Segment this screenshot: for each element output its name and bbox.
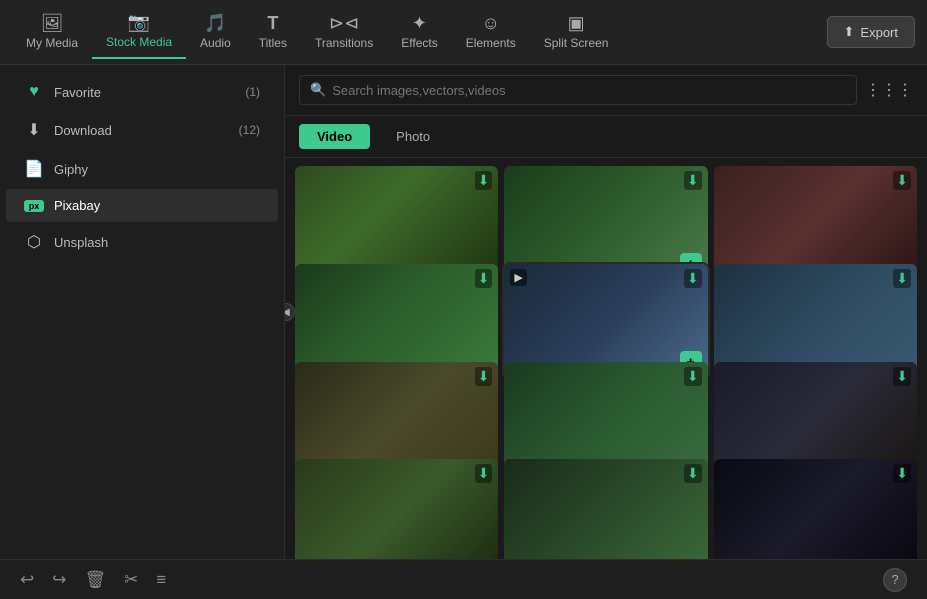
nav-elements-label: Elements bbox=[466, 36, 516, 50]
nav-effects-label: Effects bbox=[401, 36, 437, 50]
search-bar: 🔍 ⋮⋮⋮ bbox=[285, 65, 927, 116]
export-label: Export bbox=[860, 25, 898, 40]
nav-stock-media[interactable]: 📷 Stock Media bbox=[92, 5, 186, 59]
delete-button[interactable]: 🗑 bbox=[85, 570, 107, 590]
media-thumb-11[interactable]: ⬇ bbox=[504, 459, 707, 559]
sidebar-favorite-count: (1) bbox=[245, 85, 260, 99]
my-media-icon: 🖼 bbox=[41, 14, 64, 32]
export-icon: ⬆ bbox=[844, 24, 855, 40]
download-icon-2: ⬇ bbox=[684, 171, 702, 190]
menu-button[interactable]: ≡ bbox=[156, 570, 166, 590]
download-icon-1: ⬇ bbox=[475, 171, 493, 190]
nav-audio[interactable]: 🎵 Audio bbox=[186, 6, 245, 58]
main-layout: ♥ Favorite (1) ⬇ Download (12) 📄 Giphy p… bbox=[0, 65, 927, 559]
nav-stock-media-label: Stock Media bbox=[106, 35, 172, 49]
tab-row: Video Photo bbox=[285, 116, 927, 158]
grid-view-icon[interactable]: ⋮⋮⋮ bbox=[865, 80, 913, 100]
sidebar-item-giphy[interactable]: 📄 Giphy bbox=[6, 150, 278, 188]
sidebar-item-pixabay[interactable]: px Pixabay bbox=[6, 189, 278, 222]
search-input-wrap[interactable]: 🔍 bbox=[299, 75, 857, 105]
sidebar: ♥ Favorite (1) ⬇ Download (12) 📄 Giphy p… bbox=[0, 65, 285, 559]
sidebar-unsplash-label: Unsplash bbox=[54, 235, 260, 250]
titles-icon: T bbox=[267, 14, 278, 32]
effects-icon: ✦ bbox=[412, 14, 427, 32]
nav-transitions-label: Transitions bbox=[315, 36, 373, 50]
download-icon-6: ⬇ bbox=[893, 269, 911, 288]
nav-titles[interactable]: T Titles bbox=[245, 6, 301, 58]
undo-button[interactable]: ↩ bbox=[20, 570, 34, 590]
download-icon-8: ⬇ bbox=[684, 367, 702, 386]
help-label: ? bbox=[891, 572, 898, 587]
sidebar-download-count: (12) bbox=[239, 123, 260, 137]
nav-elements[interactable]: ☺ Elements bbox=[452, 6, 530, 58]
thumb-detail-11: ⬇ bbox=[504, 459, 707, 559]
download-icon-12: ⬇ bbox=[893, 464, 911, 483]
cut-button[interactable]: ✂ bbox=[124, 570, 138, 590]
content-area: 🔍 ⋮⋮⋮ Video Photo ⬇ bbox=[285, 65, 927, 559]
nav-effects[interactable]: ✦ Effects bbox=[387, 6, 451, 58]
search-input[interactable] bbox=[332, 83, 846, 98]
bottom-bar: ↩ ↪ 🗑 ✂ ≡ ? bbox=[0, 559, 927, 599]
sidebar-item-favorite[interactable]: ♥ Favorite (1) bbox=[6, 74, 278, 110]
sidebar-download-label: Download bbox=[54, 123, 229, 138]
download-icon-9: ⬇ bbox=[893, 367, 911, 386]
transitions-icon: ⊳⊲ bbox=[329, 14, 359, 32]
content-wrapper: ◀ 🔍 ⋮⋮⋮ Video Photo ⬇ bbox=[285, 65, 927, 559]
sidebar-item-unsplash[interactable]: ⬡ Unsplash bbox=[6, 223, 278, 261]
thumb-detail-12: ⬇ bbox=[714, 459, 917, 559]
audio-icon: 🎵 bbox=[204, 14, 226, 32]
giphy-icon: 📄 bbox=[24, 159, 44, 179]
sidebar-pixabay-label: Pixabay bbox=[54, 198, 260, 213]
nav-transitions[interactable]: ⊳⊲ Transitions bbox=[301, 6, 387, 58]
sidebar-item-download[interactable]: ⬇ Download (12) bbox=[6, 111, 278, 149]
help-button[interactable]: ? bbox=[883, 568, 907, 592]
media-thumb-10[interactable]: ⬇ bbox=[295, 459, 498, 559]
unsplash-icon: ⬡ bbox=[24, 232, 44, 252]
redo-button[interactable]: ↪ bbox=[52, 570, 66, 590]
media-grid: ⬇ ⬇ + ⬇ ⬇ bbox=[285, 158, 927, 559]
nav-audio-label: Audio bbox=[200, 36, 231, 50]
thumb-detail-10: ⬇ bbox=[295, 459, 498, 559]
download-icon-4: ⬇ bbox=[475, 269, 493, 288]
split-screen-icon: ▣ bbox=[568, 14, 585, 32]
download-icon-3: ⬇ bbox=[893, 171, 911, 190]
nav-titles-label: Titles bbox=[259, 36, 287, 50]
nav-split-screen[interactable]: ▣ Split Screen bbox=[530, 6, 623, 58]
download-icon-10: ⬇ bbox=[475, 464, 493, 483]
tab-photo[interactable]: Photo bbox=[378, 124, 448, 149]
stock-media-icon: 📷 bbox=[128, 13, 150, 31]
sidebar-giphy-label: Giphy bbox=[54, 162, 260, 177]
media-thumb-12[interactable]: ⬇ bbox=[714, 459, 917, 559]
nav-my-media[interactable]: 🖼 My Media bbox=[12, 6, 92, 58]
download-icon: ⬇ bbox=[24, 120, 44, 140]
top-nav: 🖼 My Media 📷 Stock Media 🎵 Audio T Title… bbox=[0, 0, 927, 65]
tab-video[interactable]: Video bbox=[299, 124, 370, 149]
download-icon-11: ⬇ bbox=[684, 464, 702, 483]
download-icon-5: ⬇ bbox=[684, 269, 702, 288]
nav-split-screen-label: Split Screen bbox=[544, 36, 609, 50]
export-button[interactable]: ⬆ Export bbox=[827, 16, 915, 48]
search-icon: 🔍 bbox=[310, 82, 326, 98]
video-type-icon-5: ▶ bbox=[510, 269, 526, 286]
download-icon-7: ⬇ bbox=[475, 367, 493, 386]
elements-icon: ☺ bbox=[482, 14, 500, 32]
pixabay-icon: px bbox=[24, 200, 44, 212]
nav-my-media-label: My Media bbox=[26, 36, 78, 50]
favorite-icon: ♥ bbox=[24, 83, 44, 101]
sidebar-favorite-label: Favorite bbox=[54, 85, 235, 100]
